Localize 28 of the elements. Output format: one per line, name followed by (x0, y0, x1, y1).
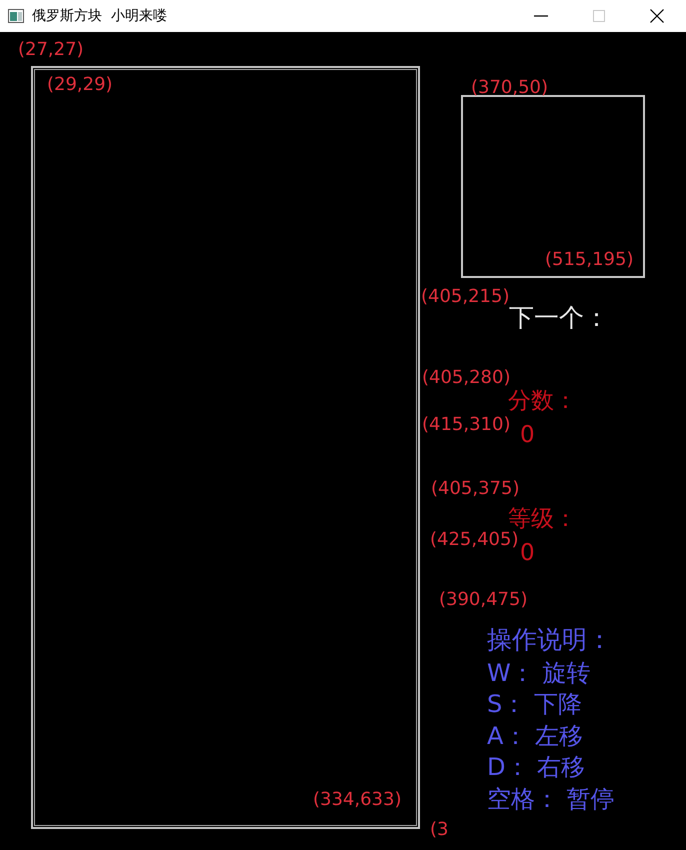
coordinate-label: (390,475) (439, 589, 528, 610)
coordinate-label: (405,375) (431, 478, 520, 499)
maximize-icon (593, 10, 605, 22)
score-value: 0 (520, 423, 535, 448)
level-value: 0 (520, 541, 535, 566)
next-piece-label: 下一个： (509, 304, 609, 332)
control-hint: S： 下降 (487, 691, 583, 718)
window-title: 俄罗斯方块 小明来喽 (32, 7, 168, 25)
level-label: 等级： (508, 507, 577, 532)
coordinate-label: (370,50) (471, 77, 548, 98)
score-label: 分数： (508, 389, 577, 414)
coordinate-label: (3 (430, 819, 448, 840)
coordinate-label: (515,195) (545, 249, 634, 270)
close-icon (650, 9, 664, 23)
control-hint: D： 右移 (487, 754, 586, 782)
control-hint: W： 旋转 (487, 660, 592, 687)
app-icon (8, 9, 24, 23)
minimize-icon (534, 15, 548, 17)
controls-heading: 操作说明： (487, 626, 613, 654)
control-hint: 空格： 暂停 (487, 786, 615, 813)
coordinate-label: (405,280) (422, 367, 510, 388)
control-hint: A： 左移 (487, 722, 584, 750)
coordinate-label: (29,29) (47, 74, 113, 95)
coordinate-label: (415,310) (422, 414, 510, 435)
coordinate-label: (425,405) (430, 529, 518, 550)
coordinate-label: (405,215) (421, 286, 510, 307)
coordinate-label: (334,633) (313, 789, 402, 810)
coordinate-label: (27,27) (18, 39, 84, 60)
